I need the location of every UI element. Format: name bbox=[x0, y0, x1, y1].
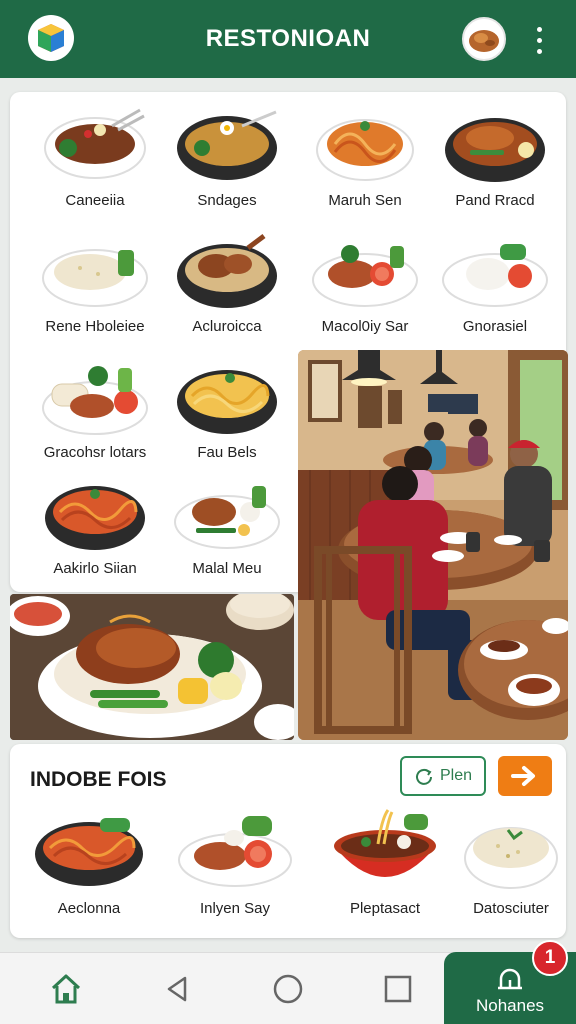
notification-badge: 1 bbox=[532, 940, 568, 976]
app-title: RESTONIOAN bbox=[205, 25, 371, 52]
wrap-plate-icon bbox=[42, 366, 148, 435]
chicken-plate-icon bbox=[174, 486, 280, 549]
arrow-right-icon bbox=[511, 766, 535, 786]
menu-item-label: Acluroicca bbox=[192, 318, 262, 335]
profile-avatar[interactable] bbox=[462, 17, 506, 61]
favorite-item[interactable]: Aeclonna bbox=[24, 808, 154, 928]
menu-item[interactable]: Gracohsr lotars bbox=[30, 356, 160, 478]
menu-item[interactable]: Maruh Sen bbox=[300, 104, 430, 226]
menu-item[interactable]: Caneeiia bbox=[30, 104, 160, 226]
menu-item-label: Sndages bbox=[197, 192, 257, 209]
featured-dish-photo[interactable] bbox=[10, 594, 294, 740]
rice-plate-icon bbox=[464, 827, 558, 889]
more-options-icon[interactable] bbox=[524, 20, 554, 60]
plan-button-label: Plen bbox=[439, 767, 473, 784]
restaurant-interior-photo[interactable] bbox=[298, 350, 568, 740]
menu-item-label: Fau Bels bbox=[197, 444, 257, 461]
favorite-item-label: Aeclonna bbox=[57, 900, 121, 917]
favorites-heading: INDOBE FOIS bbox=[30, 768, 167, 791]
menu-item-label: Rene Hboleiee bbox=[45, 318, 145, 335]
bell-icon bbox=[498, 968, 522, 990]
favorite-item[interactable]: Inlyen Say bbox=[170, 808, 300, 928]
menu-item[interactable]: Acluroicca bbox=[162, 230, 292, 352]
rice-plate-icon bbox=[42, 249, 148, 307]
soup-bowl-icon bbox=[334, 809, 436, 877]
home-button[interactable] bbox=[44, 969, 88, 1009]
menu-item-label: Gnorasiel bbox=[462, 318, 528, 335]
back-triangle-icon bbox=[167, 976, 187, 1002]
favorites-card: INDOBE FOIS Plen Aeclonna Inlyen Say Ple… bbox=[10, 744, 566, 938]
noodle-bowl-icon bbox=[45, 486, 145, 550]
app-logo-icon[interactable] bbox=[28, 15, 74, 61]
favorite-item-label: Datosciuter bbox=[473, 900, 549, 917]
curry-bowl-icon bbox=[44, 108, 146, 179]
rice-tomato-icon bbox=[442, 244, 548, 307]
favorite-item-label: Inlyen Say bbox=[199, 900, 271, 917]
menu-item[interactable]: Pand Rracd bbox=[430, 104, 560, 226]
menu-item[interactable]: Sndages bbox=[162, 104, 292, 226]
app-bar: RESTONIOAN bbox=[0, 0, 576, 78]
menu-item[interactable]: Malal Meu bbox=[162, 472, 292, 594]
overview-home-button[interactable] bbox=[266, 969, 310, 1009]
menu-item[interactable]: Rene Hboleiee bbox=[30, 230, 160, 352]
next-button[interactable] bbox=[498, 756, 552, 796]
menu-item[interactable]: Macol0iy Sar bbox=[300, 230, 430, 352]
noodle-bowl-icon bbox=[177, 370, 277, 434]
refresh-icon bbox=[416, 768, 432, 785]
recent-apps-button[interactable] bbox=[376, 969, 420, 1009]
menu-item[interactable]: Aakirlo Siian bbox=[30, 472, 160, 594]
grilled-plate-icon bbox=[178, 816, 292, 887]
menu-item[interactable]: Fau Bels bbox=[162, 356, 292, 478]
noodle-bowl-icon bbox=[316, 119, 414, 181]
favorite-item[interactable]: Datosciuter bbox=[446, 808, 576, 928]
menu-item-label: Maruh Sen bbox=[328, 192, 402, 209]
menu-item[interactable]: Gnorasiel bbox=[430, 230, 560, 352]
menu-item-label: Macol0iy Sar bbox=[321, 318, 409, 335]
menu-item-label: Gracohsr lotars bbox=[43, 444, 147, 461]
plan-button[interactable]: Plen bbox=[400, 756, 486, 796]
favorite-item[interactable]: Pleptasact bbox=[320, 808, 450, 928]
menu-item-label: Pand Rracd bbox=[455, 192, 535, 209]
chicken-bowl-icon bbox=[445, 118, 545, 182]
menu-item-label: Malal Meu bbox=[192, 560, 262, 577]
grilled-plate-icon bbox=[312, 245, 418, 307]
square-recents-icon bbox=[384, 975, 412, 1003]
back-button[interactable] bbox=[156, 969, 200, 1009]
roast-bowl-icon bbox=[177, 234, 277, 308]
menu-item-label: Aakirlo Siian bbox=[53, 560, 137, 577]
circle-home-icon bbox=[273, 974, 303, 1004]
notifications-label: Nohanes bbox=[475, 996, 545, 1015]
noodle-bowl-icon bbox=[35, 818, 143, 886]
soup-bowl-icon bbox=[177, 110, 277, 180]
favorite-item-label: Pleptasact bbox=[349, 900, 421, 917]
home-icon bbox=[51, 974, 81, 1004]
menu-item-label: Caneeiia bbox=[65, 192, 125, 209]
